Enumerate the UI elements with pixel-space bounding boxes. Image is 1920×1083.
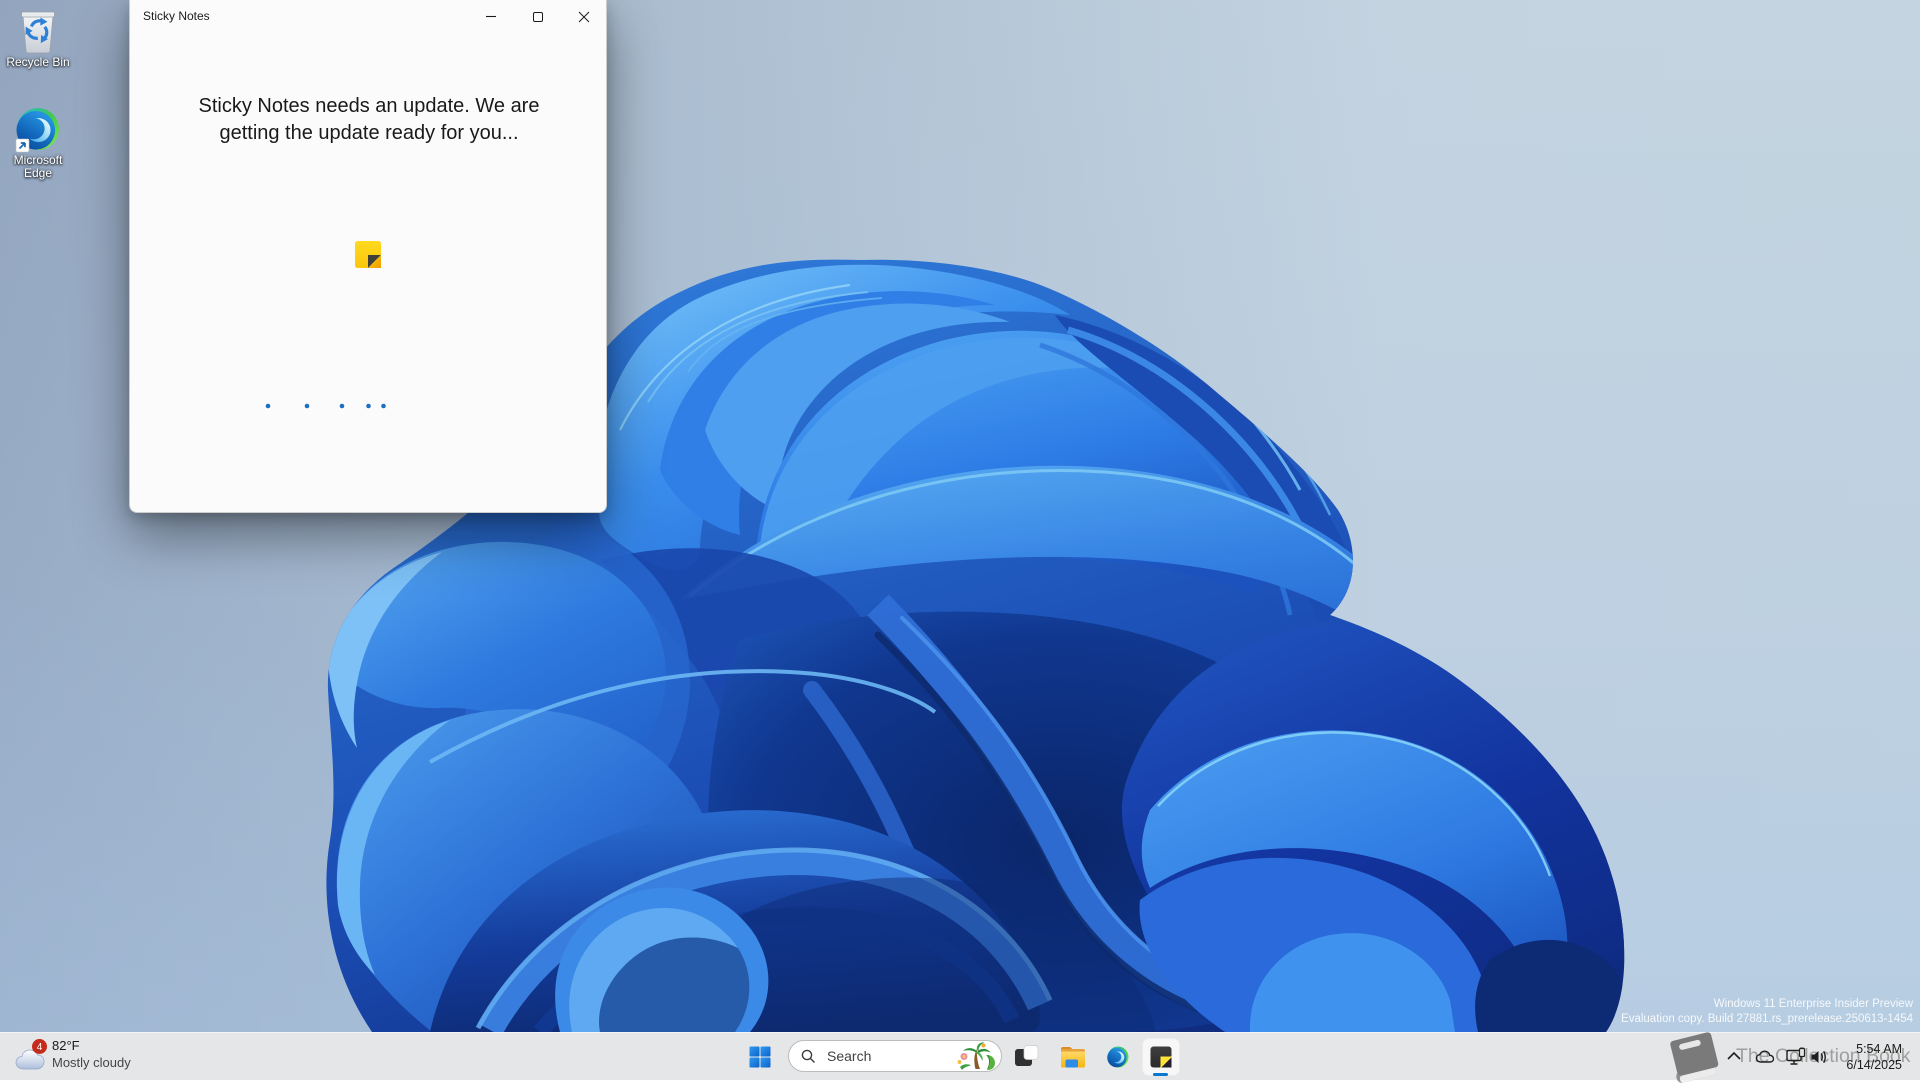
svg-text:4: 4 [37, 1042, 43, 1053]
